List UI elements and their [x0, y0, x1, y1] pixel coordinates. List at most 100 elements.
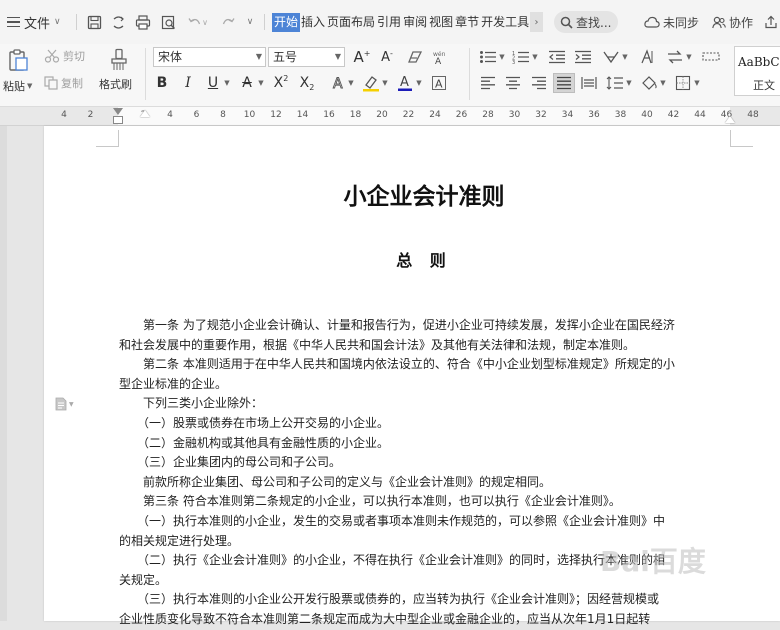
- italic-icon[interactable]: I: [179, 73, 197, 93]
- strikethrough-dropdown-icon[interactable]: ▼: [256, 73, 266, 93]
- subscript-icon[interactable]: X2: [298, 73, 316, 93]
- file-menu[interactable]: 文件 ∨: [24, 11, 61, 33]
- save-icon[interactable]: [84, 12, 104, 32]
- collaborate-button[interactable]: 协作: [712, 12, 753, 32]
- style-gallery-normal[interactable]: AaBbC 正文: [734, 46, 780, 96]
- tab-scroll-right-icon[interactable]: ›: [530, 12, 543, 32]
- align-left-icon[interactable]: [479, 73, 497, 93]
- paste-icon[interactable]: [6, 47, 30, 73]
- ruler-tick-label: 34: [561, 110, 574, 120]
- font-color-icon[interactable]: A: [396, 73, 414, 93]
- document-line: 和社会发展中的重要作用，根据《中华人民共和国会计法》及其他有关法律和法规，制定本…: [119, 337, 636, 352]
- bullet-list-dropdown-icon[interactable]: ▼: [497, 47, 507, 67]
- right-indent-marker[interactable]: [725, 116, 735, 123]
- borders-dropdown-icon[interactable]: ▼: [692, 73, 702, 93]
- divider: [76, 14, 77, 30]
- vertical-ruler[interactable]: [0, 126, 7, 621]
- ruler-tick-label: 6: [193, 110, 200, 120]
- ruler-tick-label: 10: [243, 110, 256, 120]
- bold-icon[interactable]: B: [153, 73, 171, 93]
- ruler-tick-label: 16: [323, 110, 335, 120]
- copy-button[interactable]: 复制: [44, 74, 83, 92]
- paste-button[interactable]: 粘贴 ▼: [3, 78, 32, 94]
- print-preview-icon[interactable]: [158, 12, 178, 32]
- cloud-icon: [644, 16, 660, 28]
- text-effect-dropdown-icon[interactable]: ▼: [346, 73, 356, 93]
- chinese-layout-icon[interactable]: [602, 47, 620, 67]
- line-spacing-icon[interactable]: [606, 73, 624, 93]
- distributed-align-icon[interactable]: [580, 73, 598, 93]
- clear-format-icon[interactable]: [406, 47, 424, 67]
- shading-icon[interactable]: [640, 73, 658, 93]
- sort-dropdown-icon[interactable]: ▼: [684, 47, 694, 67]
- tab-developer[interactable]: 开发工具: [480, 13, 530, 32]
- char-border-icon[interactable]: A: [430, 73, 448, 93]
- tab-references[interactable]: 引用: [376, 13, 402, 32]
- redo-icon[interactable]: [218, 12, 238, 32]
- hamburger-menu-icon[interactable]: [6, 11, 20, 33]
- format-painter-icon[interactable]: [107, 47, 131, 73]
- style-name: 正文: [753, 79, 775, 92]
- font-color-dropdown-icon[interactable]: ▼: [414, 73, 424, 93]
- underline-dropdown-icon[interactable]: ▼: [222, 73, 232, 93]
- first-line-indent-marker[interactable]: [113, 108, 123, 115]
- tab-section[interactable]: 章节: [454, 13, 480, 32]
- share-icon[interactable]: [764, 12, 780, 32]
- numbered-list-icon[interactable]: 123: [512, 47, 530, 67]
- format-convert-icon[interactable]: [108, 12, 128, 32]
- style-preview: AaBbC: [738, 55, 780, 69]
- document-line: （一）股票或债券在市场上公开交易的小企业。: [119, 416, 390, 430]
- align-justify-icon[interactable]: [553, 73, 575, 93]
- svg-text:A: A: [435, 57, 442, 65]
- phonetic-guide-icon[interactable]: wén A: [431, 47, 449, 67]
- cut-button[interactable]: 剪切: [44, 47, 85, 65]
- highlight-icon[interactable]: [362, 73, 380, 93]
- tab-home[interactable]: 开始: [272, 13, 301, 32]
- document-line: （三）执行本准则的小企业公开发行股票或债券的，应当转为执行《企业会计准则》；因经…: [119, 592, 660, 607]
- tab-stop-icon[interactable]: [702, 47, 720, 67]
- shrink-font-icon[interactable]: A-: [378, 47, 396, 67]
- show-marks-icon[interactable]: [638, 47, 656, 67]
- chinese-layout-dropdown-icon[interactable]: ▼: [620, 47, 630, 67]
- divider: [264, 14, 265, 30]
- decrease-indent-icon[interactable]: [548, 47, 566, 67]
- underline-icon[interactable]: U: [204, 73, 222, 93]
- shading-dropdown-icon[interactable]: ▼: [658, 73, 668, 93]
- scissors-icon: [44, 49, 60, 63]
- numbered-list-dropdown-icon[interactable]: ▼: [530, 47, 540, 67]
- quick-access-more-icon[interactable]: ∨: [243, 12, 257, 32]
- print-icon[interactable]: [133, 12, 153, 32]
- horizontal-ruler[interactable]: 4 2 2 4 6 8 10 12 14 16 18 20 22 24 26 28 30 32 34 36 38 40 42…: [0, 107, 780, 126]
- sync-status[interactable]: 未同步: [644, 12, 699, 32]
- document-page[interactable]: 小企业会计准则 总 则 第一条 为了规范小企业会计确认、计量和报告行为，促进小企…: [44, 126, 780, 626]
- line-spacing-dropdown-icon[interactable]: ▼: [624, 73, 634, 93]
- undo-dropdown-icon[interactable]: ∨: [200, 12, 210, 32]
- borders-icon[interactable]: [674, 73, 692, 93]
- tab-insert[interactable]: 插入: [300, 13, 326, 32]
- increase-indent-icon[interactable]: [574, 47, 592, 67]
- format-painter-button[interactable]: 格式刷: [99, 76, 132, 92]
- tab-view[interactable]: 视图: [428, 13, 454, 32]
- bullet-list-icon[interactable]: [479, 47, 497, 67]
- ruler-tick-label: 18: [349, 110, 362, 120]
- document-subtitle: 总 则: [396, 251, 452, 270]
- ruler-tick-label: 8: [220, 110, 226, 120]
- highlight-dropdown-icon[interactable]: ▼: [380, 73, 390, 93]
- document-line: 第一条 为了规范小企业会计确认、计量和报告行为，促进小企业可持续发展，发挥小企业…: [119, 318, 675, 332]
- align-center-icon[interactable]: [504, 73, 522, 93]
- tab-review[interactable]: 审阅: [402, 13, 428, 32]
- align-right-icon[interactable]: [530, 73, 548, 93]
- grow-font-icon[interactable]: A +: [353, 47, 371, 67]
- left-indent-marker[interactable]: [113, 116, 123, 124]
- hanging-indent-marker[interactable]: [140, 110, 150, 117]
- font-size-value: 五号: [273, 50, 298, 64]
- sort-icon[interactable]: [666, 47, 684, 67]
- ruler-tick-label: 2: [87, 110, 94, 120]
- superscript-icon[interactable]: X2: [272, 73, 290, 93]
- search-button[interactable]: 查找...: [554, 11, 618, 33]
- tab-page-layout[interactable]: 页面布局: [326, 13, 376, 32]
- font-size-select[interactable]: 五号 ▼: [268, 47, 345, 67]
- strikethrough-icon[interactable]: A: [238, 73, 256, 93]
- font-name-select[interactable]: 宋体 ▼: [153, 47, 266, 67]
- paragraph-handle[interactable]: ▼: [55, 396, 75, 412]
